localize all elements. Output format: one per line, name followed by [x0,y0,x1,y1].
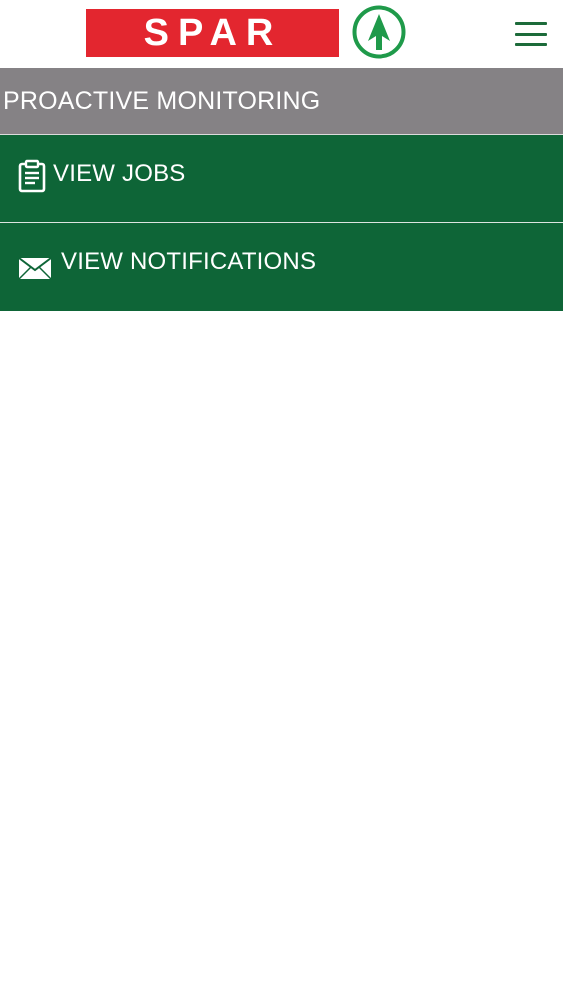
view-jobs-button[interactable]: VIEW JOBS [0,135,563,223]
hamburger-menu-icon[interactable] [515,22,547,46]
brand-logo[interactable]: SPAR [86,5,406,58]
app-root: SPAR PROACTIVE MONITORING VIEW JOBS VIEW… [0,0,563,1000]
spar-wordmark-text: SPAR [143,15,282,51]
hamburger-line [515,22,547,25]
view-notifications-label: VIEW NOTIFICATIONS [61,248,317,275]
wordmark-letters: SPAR [143,15,282,51]
view-jobs-label: VIEW JOBS [53,160,186,187]
top-header: SPAR [0,0,563,68]
hamburger-line [515,32,547,36]
spar-wordmark: SPAR [86,9,339,57]
page-title: PROACTIVE MONITORING [0,68,563,135]
view-notifications-button[interactable]: VIEW NOTIFICATIONS [0,223,563,311]
hamburger-line [515,43,547,46]
spar-tree-icon [352,5,406,58]
clipboard-icon [17,159,47,193]
envelope-icon [17,247,53,281]
main-menu: VIEW JOBS VIEW NOTIFICATIONS [0,135,563,311]
